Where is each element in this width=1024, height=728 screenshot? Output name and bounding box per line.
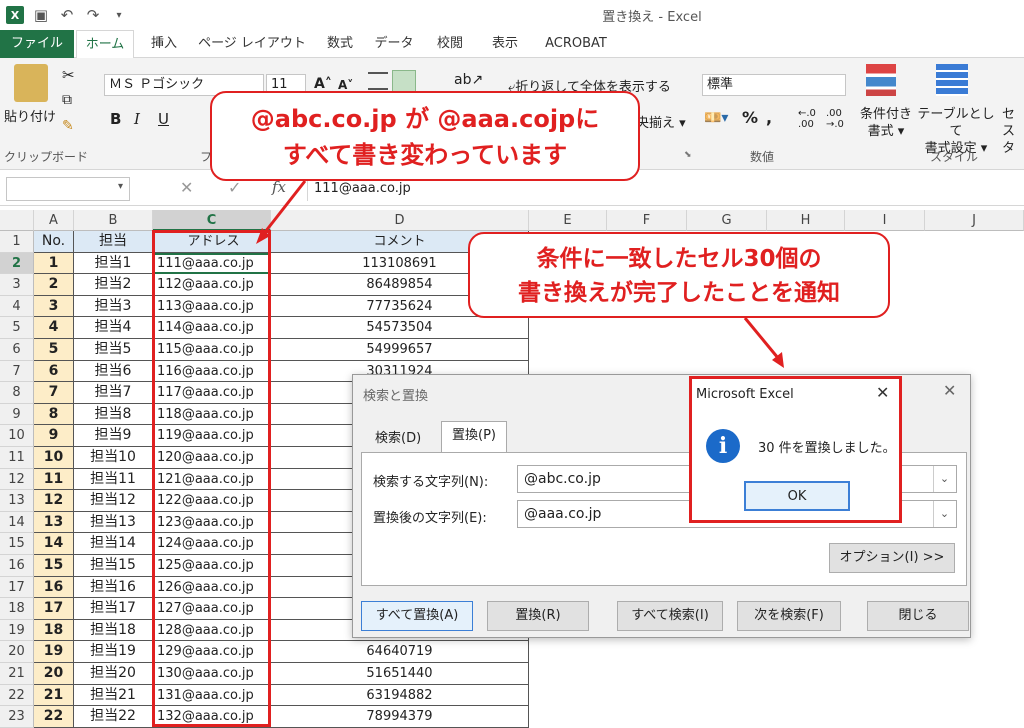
- dialog-title: 検索と置換: [363, 389, 429, 404]
- arrow-to-column-c: [260, 180, 307, 237]
- replace-button[interactable]: 置換(R): [487, 601, 589, 631]
- replace-label: 置換後の文字列(E):: [373, 511, 487, 526]
- message-box-title: Microsoft Excel: [696, 387, 794, 402]
- find-next-button[interactable]: 次を検索(F): [737, 601, 841, 631]
- find-label: 検索する文字列(N):: [373, 475, 489, 490]
- tab-replace-dialog[interactable]: 置換(P): [441, 421, 507, 453]
- find-dropdown-chevron-icon[interactable]: ⌄: [933, 466, 955, 492]
- options-button[interactable]: オプション(I) >>: [829, 543, 955, 573]
- dialog-close-icon[interactable]: ✕: [943, 381, 956, 400]
- info-icon: i: [706, 429, 740, 463]
- arrow-to-message: [743, 317, 780, 359]
- replace-all-button[interactable]: すべて置換(A): [361, 601, 473, 631]
- ok-button[interactable]: OK: [744, 481, 850, 511]
- replace-dropdown-chevron-icon[interactable]: ⌄: [933, 501, 955, 527]
- find-all-button[interactable]: すべて検索(I): [617, 601, 723, 631]
- close-dialog-button[interactable]: 閉じる: [867, 601, 969, 631]
- message-box: Microsoft Excel ✕ i 30 件を置換しました。 OK: [689, 376, 902, 523]
- message-box-close-icon[interactable]: ✕: [876, 383, 889, 402]
- message-text: 30 件を置換しました。: [758, 441, 896, 456]
- tab-find-dialog[interactable]: 検索(D): [365, 425, 431, 453]
